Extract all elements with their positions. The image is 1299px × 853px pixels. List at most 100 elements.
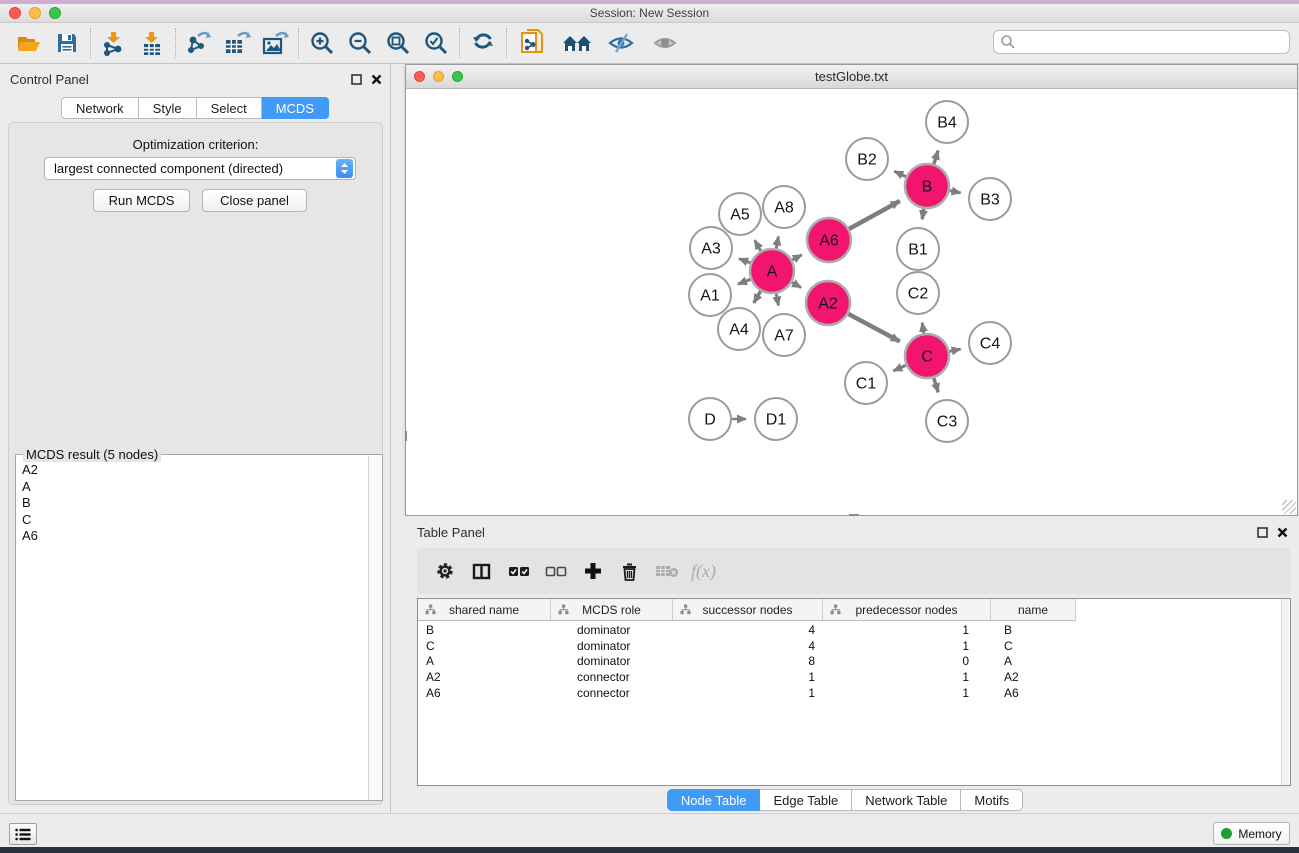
close-panel-button[interactable]: Close panel — [202, 189, 307, 212]
node-label-A2: A2 — [818, 296, 838, 313]
column-header-name[interactable]: name — [991, 599, 1076, 620]
close-panel-icon[interactable] — [371, 74, 382, 85]
table-settings-button[interactable] — [426, 553, 463, 589]
minimize-window-button[interactable] — [29, 7, 41, 19]
table-toolbar: f(x) — [417, 548, 1290, 594]
node-label-A3: A3 — [701, 241, 721, 258]
table-row[interactable]: Cdominator41C — [418, 638, 1076, 654]
zoom-network-window-button[interactable] — [452, 71, 463, 82]
cell-MCDS-role: dominator — [551, 654, 673, 668]
table-row[interactable]: A6connector11A6 — [418, 685, 1076, 701]
tab-motifs[interactable]: Motifs — [961, 789, 1023, 811]
close-window-button[interactable] — [9, 7, 21, 19]
edge-B-B1[interactable] — [922, 209, 924, 220]
select-all-button[interactable] — [500, 553, 537, 589]
create-column-button[interactable] — [574, 553, 611, 589]
float-panel-icon[interactable] — [351, 74, 362, 85]
show-column-button[interactable] — [463, 553, 500, 589]
table-row[interactable]: A2connector11A2 — [418, 669, 1076, 685]
result-scrollbar[interactable] — [368, 456, 381, 800]
save-session-button[interactable] — [48, 26, 86, 60]
edge-A6-B[interactable] — [849, 201, 900, 229]
edge-A-A5[interactable] — [755, 240, 761, 251]
export-image-button[interactable] — [256, 26, 294, 60]
memory-button[interactable]: Memory — [1213, 822, 1290, 845]
delete-column-button[interactable] — [611, 553, 648, 589]
edge-C-C1[interactable] — [893, 365, 906, 371]
tab-mcds[interactable]: MCDS — [262, 97, 329, 119]
show-details-button[interactable] — [643, 26, 687, 60]
close-table-panel-icon[interactable] — [1277, 527, 1288, 538]
gear-icon — [435, 561, 455, 581]
column-header-predecessor-nodes[interactable]: predecessor nodes — [823, 599, 991, 620]
criterion-select[interactable]: largest connected component (directed) — [44, 157, 356, 180]
table-row[interactable]: Bdominator41B — [418, 622, 1076, 638]
fx-icon: f(x) — [691, 561, 716, 582]
clone-network-button[interactable] — [511, 26, 555, 60]
run-mcds-button[interactable]: Run MCDS — [93, 189, 190, 212]
tab-style[interactable]: Style — [139, 97, 197, 119]
delete-table-button[interactable] — [648, 553, 685, 589]
export-network-button[interactable] — [180, 26, 218, 60]
zoom-window-button[interactable] — [49, 7, 61, 19]
search-input[interactable] — [1016, 32, 1289, 52]
edge-A-A8[interactable] — [776, 237, 778, 249]
zoom-in-button[interactable] — [303, 26, 341, 60]
hide-details-button[interactable] — [599, 26, 643, 60]
result-item[interactable]: C — [16, 512, 368, 529]
clone-network-icon — [519, 28, 547, 58]
edge-C-C2[interactable] — [922, 323, 924, 334]
edge-A-A3[interactable] — [739, 259, 750, 263]
table-scrollbar[interactable] — [1281, 599, 1289, 785]
edge-C-C3[interactable] — [934, 378, 938, 392]
zoom-out-button[interactable] — [341, 26, 379, 60]
session-title: Session: New Session — [590, 6, 709, 20]
column-header-shared-name[interactable]: shared name — [418, 599, 551, 620]
edge-C-C4[interactable] — [950, 349, 961, 351]
zoom-in-icon — [309, 30, 335, 56]
export-table-button[interactable] — [218, 26, 256, 60]
import-table-button[interactable] — [133, 26, 171, 60]
table-row[interactable]: Adominator80A — [418, 653, 1076, 669]
function-builder-button[interactable]: f(x) — [685, 553, 722, 589]
minimize-network-window-button[interactable] — [433, 71, 444, 82]
mcds-result-list[interactable]: A2ABCA6 — [16, 462, 368, 800]
zoom-selected-icon — [423, 30, 449, 56]
edge-A-A1[interactable] — [738, 279, 751, 284]
edge-A2-C[interactable] — [848, 314, 899, 342]
resize-grip[interactable] — [1282, 500, 1296, 514]
zoom-fit-button[interactable] — [379, 26, 417, 60]
zoom-selected-button[interactable] — [417, 26, 455, 60]
edge-B-B2[interactable] — [894, 171, 906, 176]
column-header-successor-nodes[interactable]: successor nodes — [673, 599, 823, 620]
tab-network-table[interactable]: Network Table — [852, 789, 961, 811]
tab-node-table[interactable]: Node Table — [667, 789, 761, 811]
edge-B-B4[interactable] — [934, 151, 938, 164]
result-item[interactable]: A — [16, 479, 368, 496]
deselect-all-button[interactable] — [537, 553, 574, 589]
first-neighbors-button[interactable] — [555, 26, 599, 60]
tab-edge-table[interactable]: Edge Table — [760, 789, 852, 811]
node-label-A: A — [767, 264, 778, 281]
tab-network[interactable]: Network — [61, 97, 139, 119]
result-item[interactable]: A2 — [16, 462, 368, 479]
result-item[interactable]: B — [16, 495, 368, 512]
network-window-titlebar[interactable]: testGlobe.txt — [406, 65, 1297, 89]
network-canvas[interactable]: B4B2BB3B1A5A8A6A3AA1A2A4A7C2CC4C1C3DD1 — [406, 90, 1297, 515]
refresh-view-button[interactable] — [464, 26, 502, 60]
float-table-panel-icon[interactable] — [1257, 527, 1268, 538]
edge-B-B3[interactable] — [950, 191, 961, 193]
cell-successor-nodes: 4 — [673, 639, 823, 653]
edge-A-A2[interactable] — [792, 282, 801, 287]
open-file-button[interactable] — [10, 26, 48, 60]
result-item[interactable]: A6 — [16, 528, 368, 545]
close-network-window-button[interactable] — [414, 71, 425, 82]
edge-A-A6[interactable] — [792, 255, 802, 260]
edge-A-A7[interactable] — [776, 294, 778, 306]
column-header-MCDS-role[interactable]: MCDS role — [551, 599, 673, 620]
chevron-up-down-icon — [338, 161, 351, 176]
task-history-button[interactable] — [9, 823, 37, 845]
tab-select[interactable]: Select — [197, 97, 262, 119]
import-network-button[interactable] — [95, 26, 133, 60]
edge-A-A4[interactable] — [754, 291, 761, 303]
